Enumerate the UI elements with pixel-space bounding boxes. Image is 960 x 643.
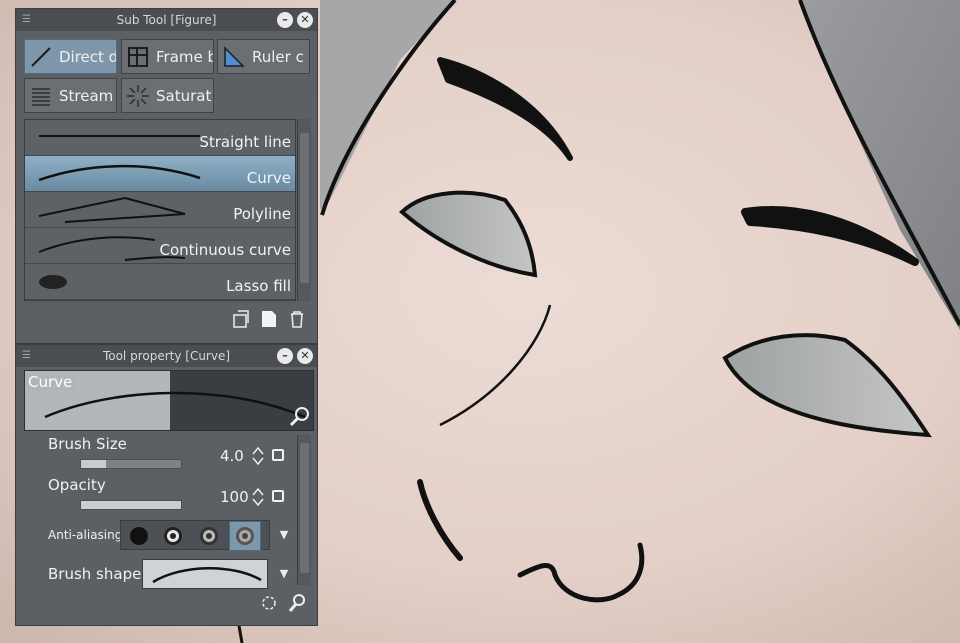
saturated-line-icon (127, 84, 149, 107)
brush-shape-label: Brush shape (48, 565, 142, 583)
brush-size-pen-pressure-toggle[interactable] (272, 449, 284, 461)
tool-direct-draw[interactable]: Direct d (24, 39, 117, 74)
subtool-titlebar[interactable]: ☰ Sub Tool [Figure] – ✕ (16, 9, 317, 31)
list-item-straight-line[interactable]: Straight line (25, 120, 295, 156)
toolproperty-panel: ☰ Tool property [Curve] – ✕ Curve Brush … (15, 344, 318, 626)
brush-shape-preview[interactable] (142, 559, 268, 589)
aa-medium-icon (200, 527, 218, 545)
opacity-label: Opacity (48, 476, 106, 494)
list-item-polyline[interactable]: Polyline (25, 192, 295, 228)
brush-size-slider[interactable] (80, 459, 182, 469)
subtool-title: Sub Tool [Figure] (116, 13, 217, 27)
brush-shape-stroke (152, 567, 262, 584)
minimize-button[interactable]: – (277, 348, 293, 364)
subtool-panel: ☰ Sub Tool [Figure] – ✕ Direct d Frame b… (15, 8, 318, 344)
close-button[interactable]: ✕ (297, 12, 313, 28)
opacity-row: Opacity 100 (24, 476, 299, 516)
list-item-curve[interactable]: Curve (25, 156, 295, 192)
opacity-spinner[interactable] (252, 486, 264, 508)
copy-subtool-icon[interactable] (231, 309, 251, 329)
delete-subtool-icon[interactable] (287, 309, 307, 329)
list-item-lasso-fill[interactable]: Lasso fill (25, 264, 295, 300)
aa-strong-option[interactable] (229, 521, 261, 551)
aa-weak-icon (164, 527, 182, 545)
aa-none-option[interactable] (123, 521, 155, 551)
opacity-pen-pressure-toggle[interactable] (272, 490, 284, 502)
brush-shape-dropdown[interactable]: ▼ (276, 567, 292, 583)
brush-size-label: Brush Size (48, 435, 127, 453)
anti-aliasing-row: Anti-aliasing ▼ (24, 520, 299, 552)
list-item-continuous-curve[interactable]: Continuous curve (25, 228, 295, 264)
aa-none-icon (130, 527, 148, 545)
tool-saturated-line[interactable]: Saturat (121, 78, 214, 113)
direct-draw-icon (31, 46, 51, 67)
minimize-button[interactable]: – (277, 12, 293, 28)
aa-medium-option[interactable] (193, 521, 225, 551)
toolproperty-title: Tool property [Curve] (102, 349, 231, 363)
brush-size-row: Brush Size 4.0 (24, 435, 299, 475)
settings-wrench-icon[interactable] (287, 593, 307, 613)
tool-frame-border[interactable]: Frame b (121, 39, 214, 74)
preview-curve (44, 391, 306, 419)
close-button[interactable]: ✕ (297, 348, 313, 364)
opacity-value[interactable]: 100 (220, 488, 249, 506)
tool-ruler[interactable]: Ruler c (217, 39, 310, 74)
panel-menu-icon[interactable]: ☰ (22, 14, 34, 25)
anti-aliasing-label: Anti-aliasing (48, 528, 123, 542)
anti-aliasing-dropdown[interactable]: ▼ (276, 528, 292, 544)
ruler-icon (224, 45, 245, 67)
frame-border-icon (128, 46, 148, 67)
opacity-slider[interactable] (80, 500, 182, 510)
new-subtool-icon[interactable] (259, 309, 279, 329)
reset-settings-icon[interactable] (259, 593, 279, 613)
panel-menu-icon[interactable]: ☰ (22, 350, 34, 361)
aa-strong-icon (236, 527, 254, 545)
wrench-icon[interactable] (289, 405, 311, 427)
subtool-scrollbar[interactable] (297, 119, 311, 301)
stream-line-icon (32, 87, 50, 106)
toolproperty-scrollbar[interactable] (297, 435, 311, 585)
brush-preview: Curve (24, 370, 314, 431)
subtool-list: Straight line Curve Polyline Continuous … (24, 119, 296, 301)
tool-stream-line[interactable]: Stream (24, 78, 117, 113)
toolproperty-titlebar[interactable]: ☰ Tool property [Curve] – ✕ (16, 345, 317, 367)
aa-weak-option[interactable] (157, 521, 189, 551)
brush-size-value[interactable]: 4.0 (220, 447, 244, 465)
brush-shape-row: Brush shape ▼ (24, 559, 299, 591)
brush-size-spinner[interactable] (252, 445, 264, 467)
